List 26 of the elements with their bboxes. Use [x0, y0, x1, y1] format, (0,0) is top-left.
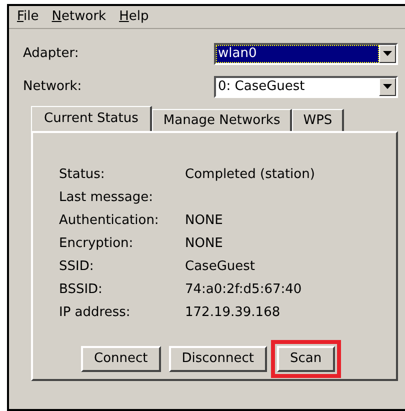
status-value: 74:a0:2f:d5:67:40: [185, 280, 302, 299]
tab[interactable]: Current Status: [31, 106, 152, 131]
tab[interactable]: WPS: [292, 109, 344, 131]
dropdown-field[interactable]: wlan0: [214, 42, 398, 64]
action-button[interactable]: Scan: [276, 346, 335, 372]
menu-item[interactable]: File: [17, 7, 39, 27]
action-button[interactable]: Connect: [81, 346, 161, 372]
status-label: IP address:: [59, 304, 132, 322]
status-value: Completed (station): [185, 166, 315, 184]
menu-item[interactable]: Network: [52, 7, 106, 27]
status-value: NONE: [185, 212, 223, 230]
tab[interactable]: Manage Networks: [152, 109, 292, 131]
status-label: BSSID:: [59, 280, 104, 299]
status-label: Status:: [59, 166, 106, 184]
field-label: Network:: [23, 78, 83, 96]
status-label: Encryption:: [59, 234, 134, 253]
field-label: Adapter:: [23, 44, 80, 63]
menu-item[interactable]: Help: [119, 7, 149, 27]
status-value: CaseGuest: [185, 258, 255, 276]
status-label: Authentication:: [59, 212, 160, 230]
status-value: 172.19.39.168: [185, 304, 280, 322]
status-value: NONE: [185, 234, 223, 253]
status-label: SSID:: [59, 258, 95, 276]
dropdown-field[interactable]: 0: CaseGuest: [214, 76, 398, 98]
status-label: Last message:: [59, 188, 154, 207]
action-button[interactable]: Disconnect: [168, 346, 267, 372]
